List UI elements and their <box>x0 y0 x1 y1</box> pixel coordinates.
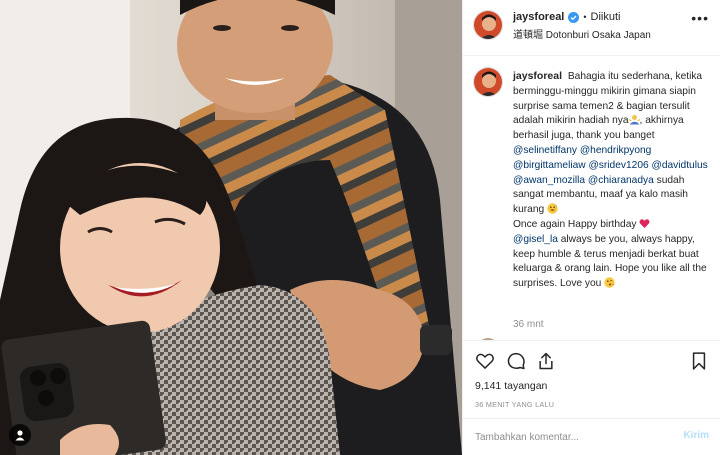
person-shrug-emoji-icon <box>628 114 640 125</box>
post-header: jaysforeal • Diikuti 道頓堀 Dotonburi Osaka… <box>463 0 720 56</box>
follow-status-button[interactable]: Diikuti <box>591 11 621 23</box>
mention-link[interactable]: @sridev1206 <box>588 160 648 171</box>
mention-link[interactable]: @hendrikpyong <box>580 145 652 156</box>
caption-text: Once again Happy birthday <box>513 218 637 230</box>
view-count[interactable]: 9,141 tayangan <box>475 380 547 392</box>
mention-link[interactable]: @gisel_la <box>513 234 558 245</box>
post-actions <box>463 340 720 380</box>
comment-input[interactable] <box>475 429 665 445</box>
caption-username[interactable]: jaysforeal <box>513 70 562 82</box>
post-caption: jaysforeal Bahagia itu sederhana, ketika… <box>513 69 713 292</box>
verified-badge-icon <box>568 11 580 23</box>
author-username[interactable]: jaysforeal <box>513 11 564 23</box>
mention-link[interactable]: @awan_mozilla <box>513 175 585 186</box>
avatar[interactable] <box>473 10 503 40</box>
more-options-icon[interactable]: ••• <box>691 10 709 26</box>
post-side-panel: jaysforeal • Diikuti 道頓堀 Dotonburi Osaka… <box>462 0 720 455</box>
kissing-face-emoji-icon <box>604 277 615 288</box>
mention-link[interactable]: @birgittameliaw <box>513 160 586 171</box>
comment-form: Kirim <box>463 418 720 455</box>
post-photo[interactable] <box>0 0 462 455</box>
share-icon[interactable] <box>536 351 556 371</box>
separator-dot: • <box>583 12 587 22</box>
mention-link[interactable]: @selinetiffany <box>513 145 577 156</box>
caption-avatar[interactable] <box>473 67 503 97</box>
person-tag-icon[interactable] <box>9 424 31 446</box>
mention-link[interactable]: @davidtulus <box>652 160 708 171</box>
heart-icon[interactable] <box>475 351 495 371</box>
post-photo-image <box>0 0 462 455</box>
bookmark-icon[interactable] <box>689 351 709 371</box>
post-location-link[interactable]: 道頓堀 Dotonburi Osaka Japan <box>513 26 651 41</box>
grinning-sweat-emoji-icon <box>547 203 558 214</box>
mention-link[interactable]: @chiaranadya <box>588 175 654 186</box>
comment-icon[interactable] <box>506 351 526 371</box>
post-comment-button[interactable]: Kirim <box>683 430 709 441</box>
comments-area[interactable]: jaysforeal Bahagia itu sederhana, ketika… <box>463 57 720 340</box>
red-heart-emoji-icon <box>639 218 650 229</box>
post-time-ago[interactable]: 36 MENIT YANG LALU <box>475 400 554 409</box>
caption-timestamp: 36 mnt <box>513 319 544 330</box>
